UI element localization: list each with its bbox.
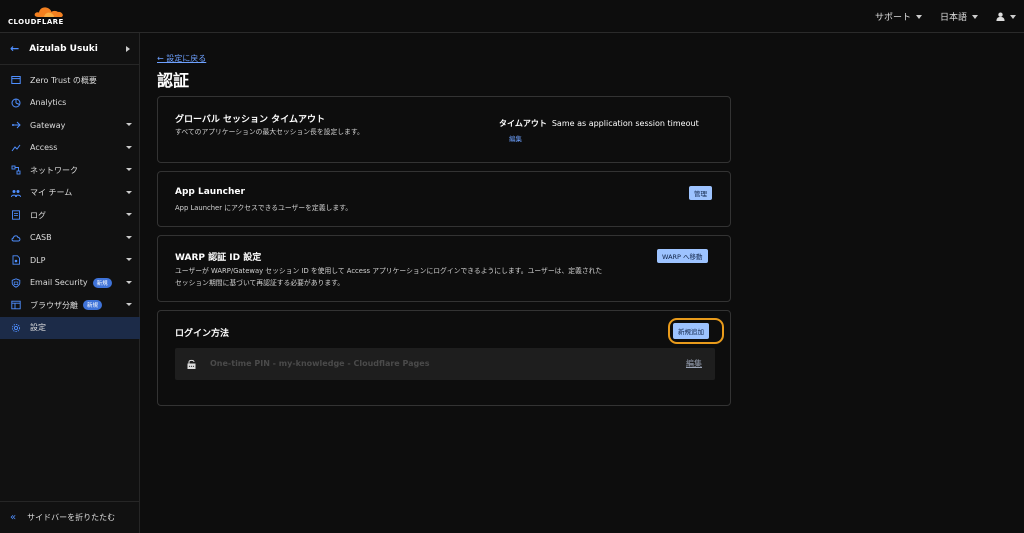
card-description-line-1: ユーザーが WARP/Gateway セッション ID を使用して Access… bbox=[175, 267, 603, 275]
sidebar-item-label: ブラウザ分離 bbox=[30, 300, 78, 310]
browser-icon bbox=[11, 300, 21, 310]
chevron-down-icon bbox=[126, 190, 132, 194]
collapse-sidebar-label: サイドバーを折りたたむ bbox=[27, 513, 116, 522]
account-switcher[interactable]: ← Aizulab Usuki bbox=[0, 33, 140, 65]
new-badge: 新規 bbox=[92, 277, 112, 288]
card-description: App Launcher にアクセスできるユーザーを定義します。 bbox=[175, 204, 353, 212]
back-to-settings-link[interactable]: ← 設定に戻る bbox=[157, 53, 206, 64]
double-chevron-left-icon: « bbox=[10, 512, 17, 523]
logo-text: CLOUDFLARE bbox=[8, 18, 64, 26]
card-title: ログイン方法 bbox=[175, 329, 230, 339]
sidebar-item-label: マイ チーム bbox=[30, 188, 73, 198]
page-title: 認証 bbox=[157, 71, 190, 90]
sidebar-item-dlp[interactable]: DLP bbox=[0, 249, 140, 272]
new-badge: 新規 bbox=[83, 300, 103, 311]
chevron-down-icon bbox=[126, 280, 132, 284]
chevron-right-icon bbox=[126, 45, 130, 52]
user-icon bbox=[996, 12, 1005, 21]
sidebar-nav: Zero Trust の概要 Analytics Gateway Access … bbox=[0, 69, 140, 339]
go-to-warp-button[interactable]: WARP へ移動 bbox=[657, 249, 708, 263]
cloudflare-logo[interactable]: CLOUDFLARE bbox=[8, 5, 68, 29]
card-title: WARP 認証 ID 設定 bbox=[175, 253, 262, 263]
cloud-icon bbox=[34, 7, 63, 17]
user-menu[interactable] bbox=[996, 12, 1016, 21]
sidebar-item-label: ログ bbox=[30, 210, 46, 220]
session-timeout-card: グローバル セッション タイムアウト すべてのアプリケーションの最大セッション長… bbox=[157, 96, 731, 163]
login-method-row: One-time PIN - my-knowledge - Cloudflare… bbox=[175, 348, 715, 380]
chevron-down-icon bbox=[126, 303, 132, 306]
sidebar-item-label: ネットワーク bbox=[30, 165, 78, 175]
chevron-down-icon bbox=[126, 235, 132, 239]
chevron-down-icon bbox=[126, 258, 132, 261]
sidebar-item-label: Access bbox=[30, 143, 58, 153]
sidebar-item-label: Gateway bbox=[30, 120, 66, 130]
access-icon bbox=[11, 143, 21, 153]
sidebar-item-settings[interactable]: 設定 bbox=[0, 316, 140, 339]
card-title: App Launcher bbox=[175, 187, 245, 197]
network-icon bbox=[11, 165, 21, 175]
chevron-down-icon bbox=[126, 123, 132, 126]
app-launcher-card: App Launcher App Launcher にアクセスできるユーザーを定… bbox=[157, 171, 731, 227]
chevron-down-icon bbox=[915, 14, 922, 19]
gear-icon bbox=[11, 323, 21, 333]
sidebar-item-my-team[interactable]: マイ チーム bbox=[0, 182, 140, 205]
sidebar-item-access[interactable]: Access bbox=[0, 137, 140, 160]
sidebar-item-gateway[interactable]: Gateway bbox=[0, 114, 140, 137]
login-method-name: One-time PIN - my-knowledge - Cloudflare… bbox=[210, 359, 430, 368]
sidebar-item-analytics[interactable]: Analytics bbox=[0, 92, 140, 115]
sidebar-item-label: Zero Trust の概要 bbox=[30, 75, 97, 85]
sidebar-item-browser-isolation[interactable]: ブラウザ分離 新規 bbox=[0, 294, 140, 317]
warp-auth-card: WARP 認証 ID 設定 ユーザーが WARP/Gateway セッション I… bbox=[157, 235, 731, 302]
chevron-down-icon bbox=[126, 168, 132, 171]
lock-icon bbox=[187, 359, 196, 369]
account-name: Aizulab Usuki bbox=[29, 43, 98, 54]
timeout-label: タイムアウト bbox=[499, 119, 547, 128]
timeout-value: Same as application session timeout bbox=[551, 119, 699, 128]
sidebar-item-email-security[interactable]: Email Security 新規 bbox=[0, 272, 140, 295]
edit-login-method-link[interactable]: 編集 bbox=[686, 358, 702, 369]
overview-icon bbox=[11, 75, 21, 85]
sidebar-item-overview[interactable]: Zero Trust の概要 bbox=[0, 69, 140, 92]
analytics-icon bbox=[11, 98, 21, 108]
login-methods-card: ログイン方法 新規追加 One-time PIN - my-knowledge … bbox=[157, 310, 731, 406]
sidebar: ← Aizulab Usuki Zero Trust の概要 Analytics… bbox=[0, 33, 140, 533]
sidebar-item-label: 設定 bbox=[30, 323, 46, 333]
language-label: 日本語 bbox=[939, 13, 967, 23]
chevron-down-icon bbox=[1010, 14, 1016, 19]
sidebar-item-label: Email Security bbox=[30, 278, 88, 288]
sidebar-item-casb[interactable]: CASB bbox=[0, 227, 140, 250]
chevron-down-icon bbox=[972, 14, 978, 19]
sidebar-item-label: Analytics bbox=[30, 98, 67, 108]
chevron-down-icon bbox=[126, 145, 132, 149]
manage-button[interactable]: 管理 bbox=[689, 186, 712, 200]
arrow-left-icon[interactable]: ← bbox=[10, 42, 19, 55]
chevron-down-icon bbox=[126, 213, 132, 216]
support-menu[interactable]: サポート bbox=[875, 10, 922, 23]
language-menu[interactable]: 日本語 bbox=[940, 10, 978, 23]
logs-icon bbox=[11, 210, 21, 220]
sidebar-item-network[interactable]: ネットワーク bbox=[0, 159, 140, 182]
add-new-button[interactable]: 新規追加 bbox=[673, 323, 709, 339]
collapse-sidebar-button[interactable]: « サイドバーを折りたたむ bbox=[0, 501, 140, 533]
dlp-icon bbox=[11, 255, 21, 265]
sidebar-item-label: DLP bbox=[30, 255, 46, 265]
gateway-icon bbox=[11, 120, 21, 130]
sidebar-item-logs[interactable]: ログ bbox=[0, 204, 140, 227]
card-description: すべてのアプリケーションの最大セッション長を設定します。 bbox=[175, 128, 364, 136]
edit-timeout-link[interactable]: 編集 bbox=[509, 133, 522, 143]
top-bar: CLOUDFLARE サポート 日本語 bbox=[0, 0, 1024, 33]
casb-icon bbox=[11, 233, 21, 243]
email-icon bbox=[11, 278, 21, 288]
timeout-setting: タイムアウト Same as application session timeou… bbox=[499, 118, 699, 129]
card-description-line-2: セッション期間に基づいて再認証する必要があります。 bbox=[175, 279, 345, 287]
team-icon bbox=[11, 188, 21, 198]
card-title: グローバル セッション タイムアウト bbox=[175, 115, 325, 125]
support-label: サポート bbox=[874, 13, 911, 23]
sidebar-item-label: CASB bbox=[30, 233, 52, 243]
